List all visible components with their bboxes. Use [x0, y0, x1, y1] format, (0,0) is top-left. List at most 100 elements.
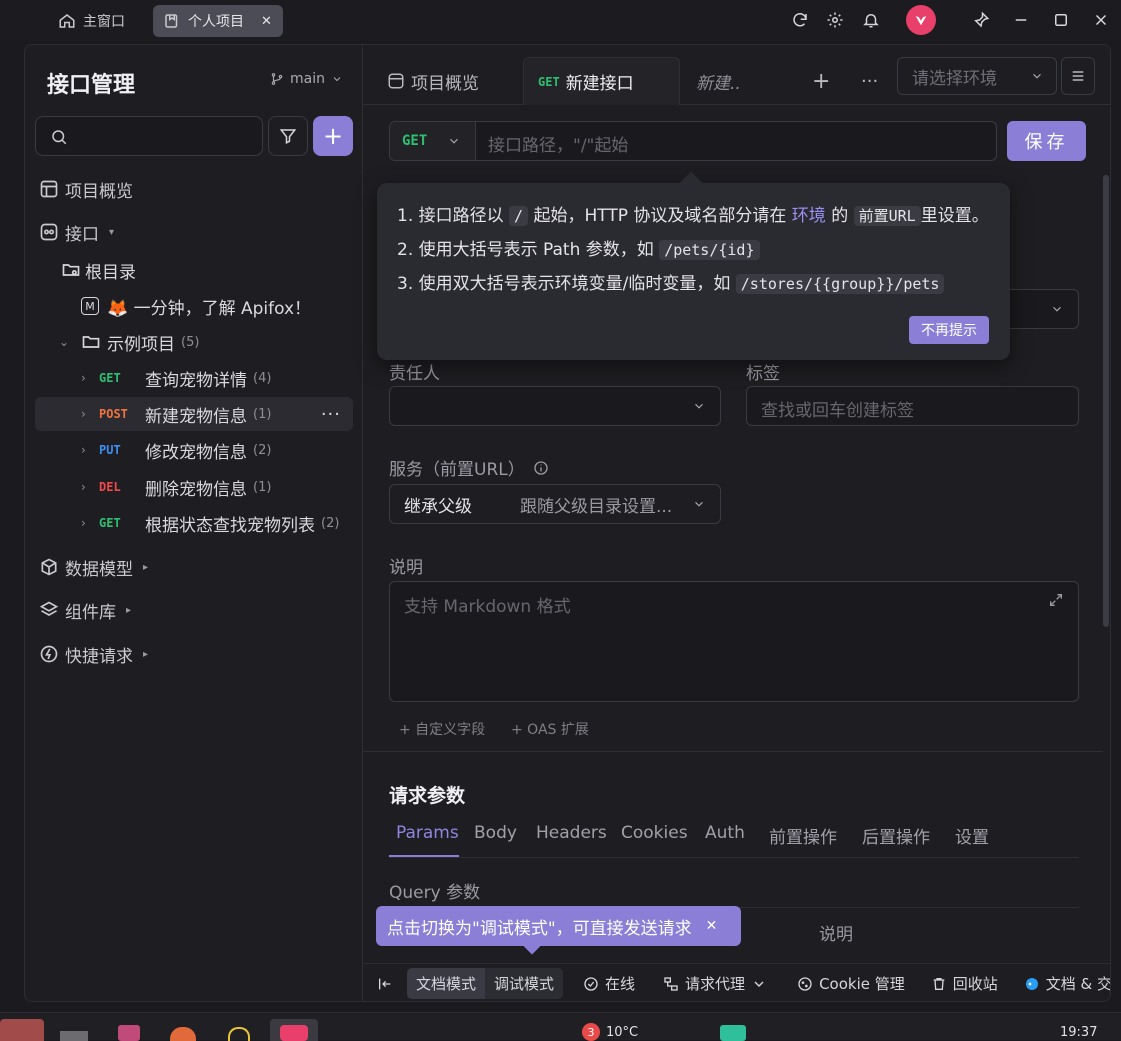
chevron-down-icon [1053, 306, 1061, 312]
tab-post-operations[interactable]: 后置操作 [862, 823, 930, 848]
tags-input[interactable]: 查找或回车创建标签 [746, 386, 1079, 426]
maximize-icon[interactable] [1048, 8, 1074, 32]
check-circle-icon [584, 976, 598, 991]
avatar[interactable] [906, 5, 936, 35]
branch-selector[interactable]: main [270, 71, 343, 87]
left-edge-strip [0, 40, 24, 1010]
service-select[interactable]: 继承父级 跟随父级目录设置... [389, 484, 721, 524]
doc-mode-toggle[interactable]: 文档模式 [407, 968, 486, 999]
tree-api-item[interactable]: › PUT 修改宠物信息 (2) [35, 433, 353, 467]
request-proxy[interactable]: 请求代理 [663, 973, 767, 994]
tab-new-draft[interactable]: 新建.. [696, 57, 741, 105]
api-name: 修改宠物信息 [145, 442, 247, 463]
tab-personal-project-label: 个人项目 [188, 14, 244, 30]
popover-arrow [679, 171, 703, 195]
taskbar-app-icon[interactable] [228, 1027, 250, 1041]
tab-headers[interactable]: Headers [536, 823, 607, 843]
filter-icon [279, 129, 297, 144]
nav-components[interactable]: 组件库 ▸ [39, 596, 131, 624]
api-icon [40, 223, 58, 241]
tab-body[interactable]: Body [474, 823, 517, 843]
oas-extension-link[interactable]: + OAS 扩展 [511, 719, 589, 739]
dont-show-again-button[interactable]: 不再提示 [909, 316, 989, 344]
scrollbar[interactable] [1103, 175, 1109, 627]
layers-icon [39, 601, 59, 616]
filter-button[interactable] [268, 116, 308, 156]
overview-icon [40, 180, 58, 198]
tab-params[interactable]: Params [396, 823, 459, 843]
nav-apis[interactable]: 接口 ▾ [39, 218, 114, 246]
description-placeholder: 支持 Markdown 格式 [404, 597, 571, 617]
environment-link[interactable]: 环境 [792, 206, 826, 226]
debug-mode-tip: 点击切换为"调试模式"，可直接发送请求 ✕ [376, 906, 741, 955]
minimize-icon[interactable] [1008, 8, 1034, 32]
search-input[interactable] [35, 116, 263, 156]
refresh-icon[interactable] [787, 8, 813, 32]
tree-api-item[interactable]: › GET 根据状态查找宠物列表 (2) [35, 506, 353, 540]
online-status[interactable]: 在线 [583, 973, 635, 994]
bell-icon[interactable] [858, 8, 884, 32]
method-select[interactable]: GET [390, 122, 476, 160]
chevron-right-icon: › [81, 480, 86, 494]
menu-button[interactable] [1061, 57, 1095, 95]
pin-icon[interactable] [968, 8, 994, 32]
tags-placeholder: 查找或回车创建标签 [761, 401, 914, 421]
nav-data-models[interactable]: 数据模型 ▸ [39, 553, 148, 581]
caret-right-icon: ▸ [143, 648, 149, 660]
taskbar-app-icon[interactable] [170, 1027, 196, 1041]
hint-code: / [509, 206, 529, 226]
save-button[interactable]: 保存 [1007, 121, 1086, 161]
tab-project-overview[interactable]: 项目概览 [387, 57, 479, 105]
docs-and-community[interactable]: 文档 & 交 [1024, 973, 1110, 994]
tab-settings[interactable]: 设置 [955, 823, 989, 848]
tab-main-window-label: 主窗口 [83, 14, 125, 30]
tree-root[interactable]: 根目录 [61, 255, 136, 285]
more-tabs-icon[interactable]: ··· [861, 57, 878, 105]
environment-select[interactable]: 请选择环境 [897, 57, 1057, 95]
close-window-icon[interactable] [1088, 8, 1114, 32]
description-textarea[interactable]: 支持 Markdown 格式 [389, 581, 1079, 702]
owner-label: 责任人 [389, 364, 440, 384]
custom-field-link[interactable]: + 自定义字段 [399, 719, 485, 739]
info-icon[interactable] [533, 460, 549, 476]
cookie-manager[interactable]: Cookie 管理 [797, 973, 905, 994]
tab-auth[interactable]: Auth [705, 823, 745, 843]
url-input[interactable]: 接口路径，"/"起始 [488, 131, 628, 156]
add-tab-icon[interactable]: + [812, 57, 830, 105]
close-tip-icon[interactable]: ✕ [706, 918, 718, 934]
search-icon [52, 130, 67, 145]
add-button[interactable]: + [313, 116, 353, 156]
collapse-sidebar-icon[interactable] [377, 976, 393, 992]
nav-quick-requests[interactable]: 快捷请求 ▸ [39, 640, 148, 668]
tree-doc-item[interactable]: M 🦊 一分钟，了解 Apifox！ [81, 291, 311, 321]
settings-icon[interactable] [822, 8, 848, 32]
tree-api-item-selected[interactable]: › POST 新建宠物信息 (1) ··· [35, 397, 353, 431]
method-badge: POST [99, 407, 128, 421]
taskbar-apifox-active[interactable] [270, 1019, 318, 1041]
taskbar-app-icon[interactable] [720, 1025, 746, 1041]
tab-pre-operations[interactable]: 前置操作 [769, 823, 837, 848]
chevron-down-icon [695, 501, 703, 507]
recycle-bin[interactable]: 回收站 [931, 973, 998, 994]
tree-api-item[interactable]: › DEL 删除宠物信息 (1) [35, 470, 353, 504]
taskbar-app-icon[interactable] [0, 1019, 44, 1041]
api-count: (1) [253, 479, 272, 495]
more-icon[interactable]: ··· [321, 404, 341, 425]
tab-new-api[interactable]: GET 新建接口 [523, 57, 680, 105]
tab-cookies[interactable]: Cookies [621, 823, 688, 843]
close-tab-icon[interactable]: ✕ [261, 14, 272, 29]
nav-project-overview[interactable]: 项目概览 [39, 175, 133, 203]
debug-mode-toggle[interactable]: 调试模式 [485, 968, 564, 999]
owner-select[interactable] [389, 386, 721, 426]
tab-personal-project[interactable]: 个人项目 ✕ [153, 5, 283, 37]
hint-text: 起始，HTTP 协议及域名部分请在 [533, 206, 787, 226]
folder-cloud-icon [62, 264, 80, 276]
tree-api-item[interactable]: › GET 查询宠物详情 (4) [35, 361, 353, 395]
column-description: 说明 [819, 925, 853, 945]
hint-code: /stores/{{group}}/pets [735, 274, 945, 294]
api-name: 根据状态查找宠物列表 [145, 515, 315, 536]
tab-main-window[interactable]: 主窗口 [48, 5, 135, 37]
taskbar-app-icon[interactable] [118, 1025, 140, 1041]
tree-folder-example[interactable]: ⌄ 示例项目 (5) [59, 327, 199, 357]
expand-icon[interactable] [1048, 592, 1064, 608]
